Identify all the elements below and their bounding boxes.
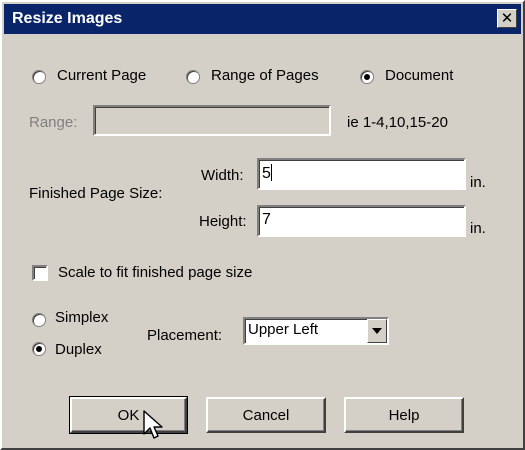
radio-duplex-label[interactable]: Duplex xyxy=(55,341,102,358)
height-label: Height: xyxy=(199,213,247,230)
placement-selected-value: Upper Left xyxy=(248,321,319,338)
chevron-down-icon xyxy=(372,328,382,334)
range-hint: ie 1-4,10,15-20 xyxy=(347,114,448,131)
placement-label: Placement: xyxy=(147,327,223,344)
radio-current-page-label[interactable]: Current Page xyxy=(57,67,146,84)
help-button-label: Help xyxy=(388,407,420,424)
cancel-button-label: Cancel xyxy=(242,407,290,424)
radio-range-of-pages[interactable] xyxy=(186,70,200,84)
radio-selected-dot xyxy=(36,346,42,352)
ok-button-label: OK xyxy=(117,407,140,424)
width-label: Width: xyxy=(201,167,244,184)
width-value: 5 xyxy=(262,165,271,182)
radio-simplex[interactable] xyxy=(32,313,46,327)
height-unit: in. xyxy=(470,220,486,237)
scale-to-fit-checkbox[interactable] xyxy=(32,265,48,281)
radio-selected-dot xyxy=(364,74,370,80)
ok-button[interactable]: OK xyxy=(69,396,188,434)
cancel-button[interactable]: Cancel xyxy=(206,397,326,433)
range-input[interactable] xyxy=(93,105,331,136)
radio-document-label[interactable]: Document xyxy=(385,67,453,84)
radio-simplex-label[interactable]: Simplex xyxy=(55,309,108,326)
width-input[interactable]: 5 xyxy=(257,158,466,190)
close-icon: ✕ xyxy=(500,10,514,27)
resize-images-dialog: Resize Images ✕ Current Page Range of Pa… xyxy=(0,0,525,450)
placement-dropdown-button[interactable] xyxy=(367,319,387,343)
radio-current-page[interactable] xyxy=(32,70,46,84)
title-bar[interactable]: Resize Images ✕ xyxy=(4,4,521,34)
radio-range-of-pages-label[interactable]: Range of Pages xyxy=(211,67,319,84)
help-button[interactable]: Help xyxy=(344,397,464,433)
width-unit: in. xyxy=(470,174,486,191)
range-label: Range: xyxy=(29,114,78,131)
radio-document[interactable] xyxy=(360,70,374,84)
scale-to-fit-label[interactable]: Scale to fit finished page size xyxy=(58,264,252,281)
radio-duplex[interactable] xyxy=(32,342,46,356)
finished-page-size-label: Finished Page Size: xyxy=(29,185,163,202)
height-input[interactable]: 7 xyxy=(257,205,466,237)
window-title: Resize Images xyxy=(12,10,123,27)
mouse-pointer-icon xyxy=(143,410,163,439)
text-caret xyxy=(270,164,272,181)
close-button[interactable]: ✕ xyxy=(497,9,517,28)
placement-select[interactable]: Upper Left xyxy=(243,317,389,345)
